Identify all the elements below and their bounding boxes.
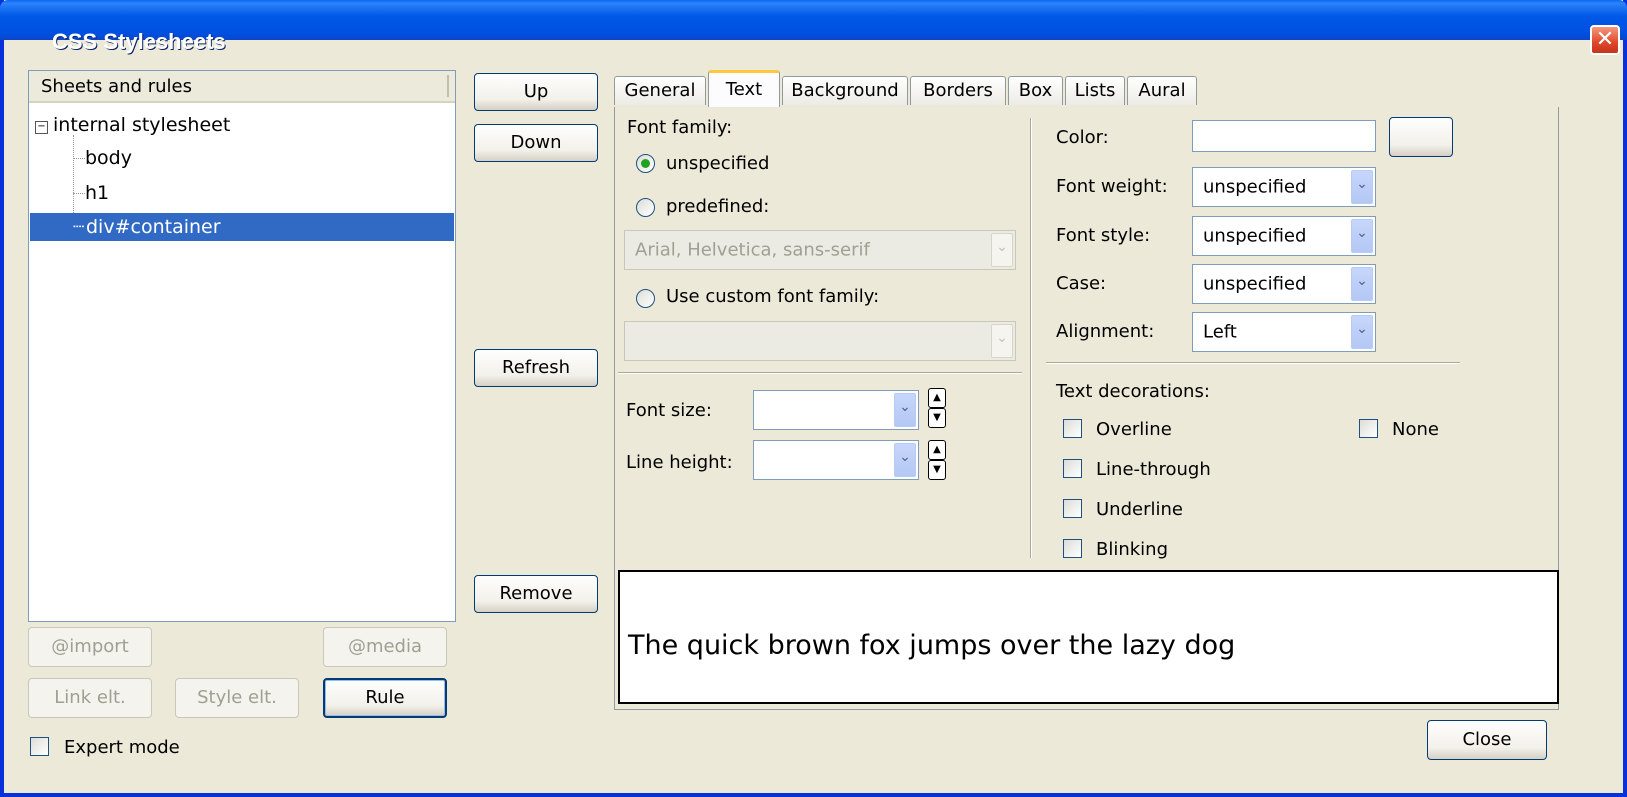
chevron-down-icon: ⌄	[1351, 219, 1373, 253]
blinking-checkbox[interactable]	[1063, 539, 1082, 558]
remove-button[interactable]: Remove	[474, 575, 598, 613]
chevron-down-icon: ⌄	[1351, 315, 1373, 349]
tree-header-label: Sheets and rules	[41, 76, 192, 97]
collapse-icon[interactable]: −	[35, 121, 48, 134]
custom-font-label: Use custom font family:	[666, 286, 880, 307]
tree-line: ┈	[73, 216, 85, 238]
spin-down-icon[interactable]: ▼	[928, 408, 946, 428]
tree-line	[73, 158, 85, 159]
divider	[618, 372, 1022, 374]
window-title: CSS Stylesheets	[52, 29, 226, 54]
tab-lists[interactable]: Lists	[1065, 76, 1125, 105]
up-button[interactable]: Up	[474, 73, 598, 111]
tab-borders[interactable]: Borders	[910, 76, 1006, 105]
case-value: unspecified	[1203, 273, 1307, 295]
underline-checkbox[interactable]	[1063, 499, 1082, 518]
predefined-label: predefined:	[666, 196, 770, 217]
tab-text[interactable]: Text	[708, 70, 780, 107]
spin-down-icon[interactable]: ▼	[928, 460, 946, 480]
media-button[interactable]: @media	[323, 627, 447, 667]
font-size-spinner[interactable]: ▲ ▼	[928, 388, 946, 430]
font-size-select[interactable]: ⌄	[753, 390, 919, 430]
import-button[interactable]: @import	[28, 627, 152, 667]
color-input[interactable]	[1192, 120, 1376, 152]
down-button[interactable]: Down	[474, 124, 598, 162]
line-height-label: Line height:	[626, 452, 733, 473]
preview-box: The quick brown fox jumps over the lazy …	[618, 570, 1559, 704]
unspecified-radio[interactable]	[636, 154, 655, 173]
font-style-label: Font style:	[1056, 225, 1151, 246]
vertical-divider	[1030, 118, 1032, 558]
tree-column-header[interactable]: Sheets and rules	[29, 71, 455, 103]
tree-node-label: div#container	[86, 216, 221, 238]
expert-mode-checkbox[interactable]	[30, 737, 49, 756]
blinking-label: Blinking	[1096, 539, 1169, 560]
chevron-down-icon: ⌄	[894, 393, 916, 427]
color-label: Color:	[1056, 127, 1109, 148]
title-bar[interactable]: CSS Stylesheets ✕	[0, 0, 1627, 55]
custom-font-radio[interactable]	[636, 289, 655, 308]
divider	[1046, 362, 1460, 364]
overline-checkbox[interactable]	[1063, 419, 1082, 438]
tree-node-div-container[interactable]: ┈ div#container	[30, 213, 454, 241]
tab-box[interactable]: Box	[1008, 76, 1063, 105]
sheets-tree[interactable]: Sheets and rules − internal stylesheet b…	[28, 70, 456, 622]
font-style-select[interactable]: unspecified ⌄	[1192, 216, 1376, 256]
style-element-button[interactable]: Style elt.	[175, 678, 299, 718]
rule-button[interactable]: Rule	[323, 678, 447, 718]
refresh-button[interactable]: Refresh	[474, 349, 598, 387]
font-weight-label: Font weight:	[1056, 176, 1168, 197]
font-size-label: Font size:	[626, 400, 712, 421]
line-through-label: Line-through	[1096, 459, 1211, 480]
font-weight-value: unspecified	[1203, 176, 1307, 198]
font-style-value: unspecified	[1203, 225, 1307, 247]
text-decorations-label: Text decorations:	[1056, 381, 1210, 402]
column-separator	[447, 75, 449, 97]
color-picker-button[interactable]	[1389, 117, 1453, 157]
custom-font-select[interactable]: ⌄	[624, 321, 1016, 361]
expert-mode-label: Expert mode	[64, 737, 180, 758]
tree-line	[73, 193, 85, 194]
line-through-checkbox[interactable]	[1063, 459, 1082, 478]
chevron-down-icon: ⌄	[1351, 267, 1373, 301]
case-label: Case:	[1056, 273, 1107, 294]
case-select[interactable]: unspecified ⌄	[1192, 264, 1376, 304]
line-height-spinner[interactable]: ▲ ▼	[928, 440, 946, 482]
chevron-down-icon: ⌄	[991, 324, 1013, 358]
close-window-icon[interactable]: ✕	[1590, 25, 1620, 55]
alignment-label: Alignment:	[1056, 321, 1155, 342]
tab-general[interactable]: General	[614, 76, 706, 105]
tree-node-label: internal stylesheet	[53, 114, 231, 136]
spin-up-icon[interactable]: ▲	[928, 388, 946, 408]
tab-background[interactable]: Background	[782, 76, 908, 105]
unspecified-label: unspecified	[666, 153, 770, 174]
underline-label: Underline	[1096, 499, 1183, 520]
predefined-radio[interactable]	[636, 198, 655, 217]
none-checkbox[interactable]	[1359, 419, 1378, 438]
font-family-label: Font family:	[627, 117, 733, 138]
predefined-font-value: Arial, Helvetica, sans-serif	[635, 239, 870, 261]
close-button[interactable]: Close	[1427, 720, 1547, 760]
spin-up-icon[interactable]: ▲	[928, 440, 946, 460]
font-weight-select[interactable]: unspecified ⌄	[1192, 167, 1376, 207]
chevron-down-icon: ⌄	[991, 233, 1013, 267]
tree-node-label: body	[85, 147, 132, 169]
tree-node-label: h1	[85, 182, 110, 204]
preview-text: The quick brown fox jumps over the lazy …	[628, 630, 1236, 661]
line-height-select[interactable]: ⌄	[753, 440, 919, 480]
tree-node-body[interactable]: body	[85, 144, 132, 172]
tree-node-h1[interactable]: h1	[85, 179, 109, 207]
alignment-value: Left	[1203, 321, 1237, 343]
tree-node-internal-stylesheet[interactable]: internal stylesheet	[53, 111, 230, 139]
chevron-down-icon: ⌄	[894, 443, 916, 477]
predefined-font-select[interactable]: Arial, Helvetica, sans-serif ⌄	[624, 230, 1016, 270]
chevron-down-icon: ⌄	[1351, 170, 1373, 204]
none-label: None	[1392, 419, 1439, 440]
link-element-button[interactable]: Link elt.	[28, 678, 152, 718]
overline-label: Overline	[1096, 419, 1172, 440]
alignment-select[interactable]: Left ⌄	[1192, 312, 1376, 352]
tab-aural[interactable]: Aural	[1127, 76, 1197, 105]
